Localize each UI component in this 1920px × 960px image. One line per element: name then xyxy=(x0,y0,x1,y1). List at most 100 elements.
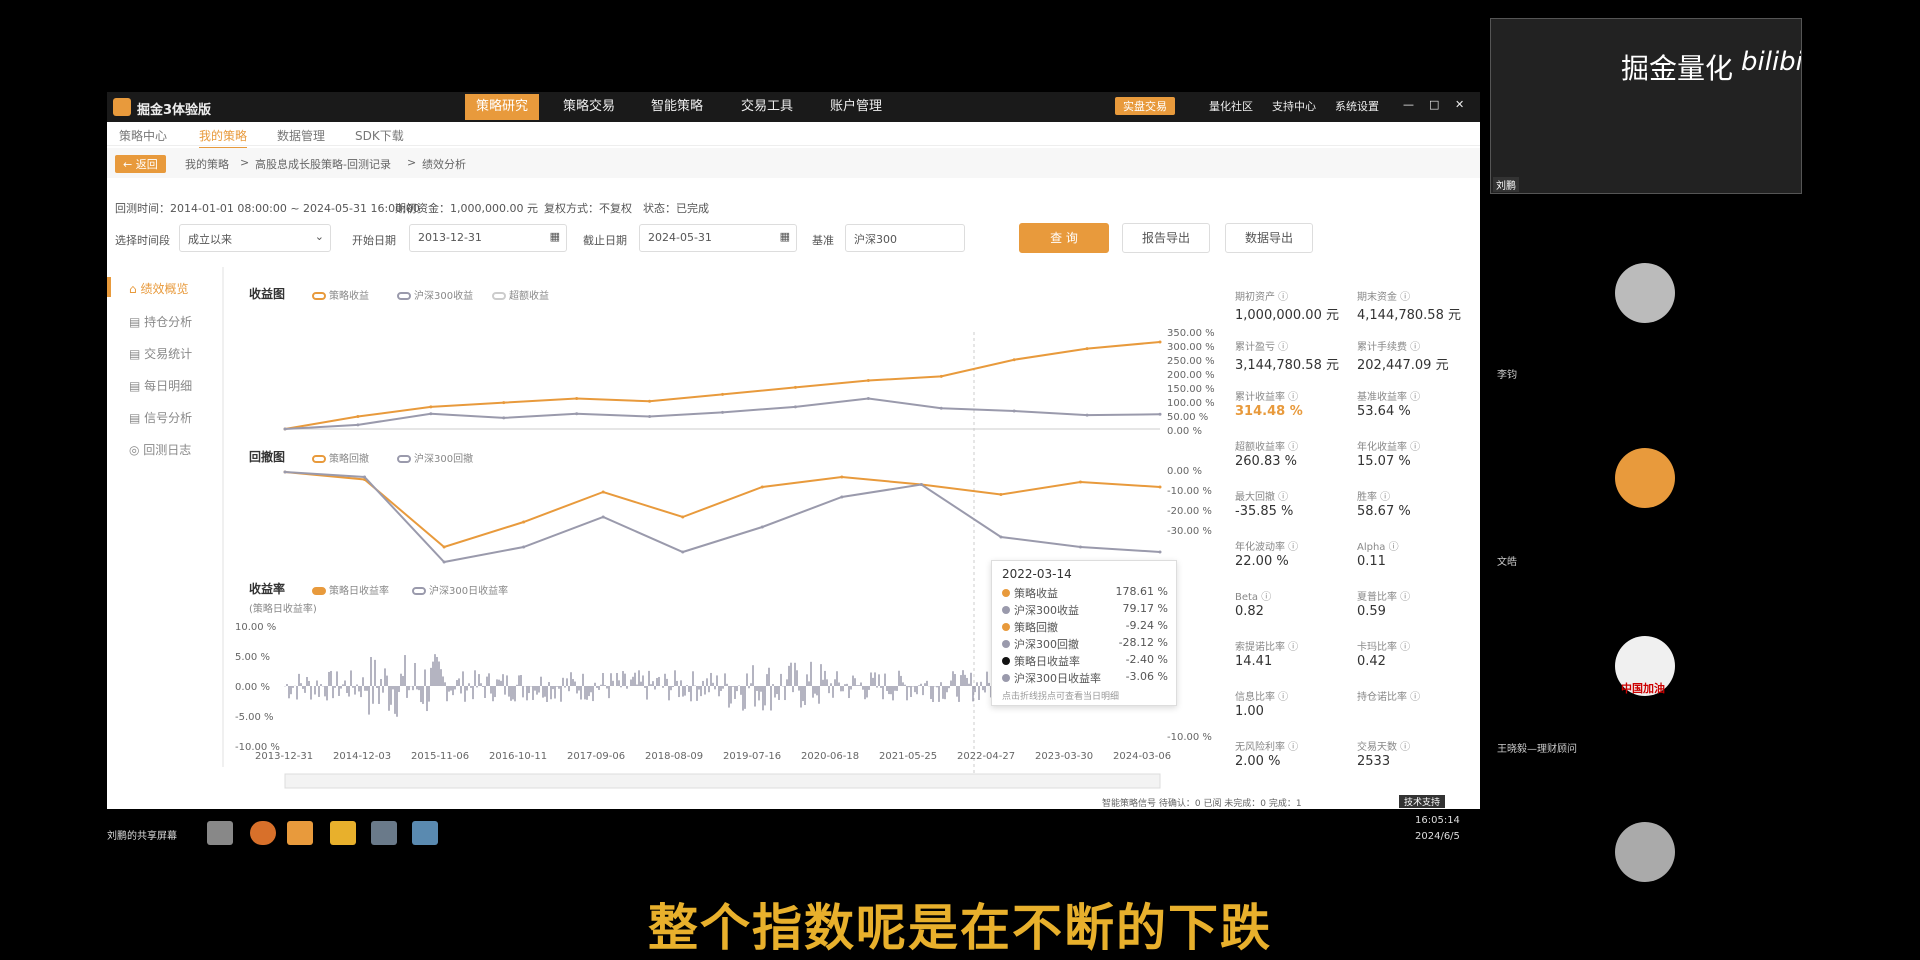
data-point xyxy=(1158,550,1162,554)
browser-icon[interactable] xyxy=(250,821,276,845)
data-point xyxy=(866,379,870,382)
data-point xyxy=(356,415,360,419)
data-point xyxy=(283,470,287,474)
y-tick-label: 0.00 % xyxy=(1167,426,1202,437)
y-tick-label: -5.00 % xyxy=(235,712,274,723)
folder-icon[interactable] xyxy=(330,821,356,845)
data-point xyxy=(1012,409,1016,413)
y-tick-label: 300.00 % xyxy=(1167,342,1215,353)
tooltip-row: 沪深300收益 79.17 % xyxy=(1002,602,1168,618)
metric-label: 累计收益率 ⓘ xyxy=(1235,392,1299,403)
y-tick-label: 150.00 % xyxy=(1167,384,1215,395)
tooltip-row: 沪深300回撤 -28.12 % xyxy=(1002,636,1168,652)
x-tick-label: 2021-05-25 xyxy=(879,751,938,762)
taskbar: 刘鹏的共享屏幕 16:05:14 2024/6/5 xyxy=(107,809,1480,855)
juejin-icon[interactable] xyxy=(287,821,313,845)
app-icon[interactable] xyxy=(207,821,233,845)
metric-value: 2533 xyxy=(1357,754,1391,769)
metric-label: 无风险利率 ⓘ xyxy=(1235,742,1299,753)
metric-label: 胜率 ⓘ xyxy=(1357,492,1391,503)
tooltip-value: 79.17 % xyxy=(1122,602,1168,615)
series-line xyxy=(284,471,1161,564)
data-point xyxy=(1158,340,1162,344)
data-point xyxy=(721,392,724,396)
data-point xyxy=(1158,485,1162,489)
metric-value: 3,144,780.58 元 xyxy=(1235,358,1339,373)
y-tick-label: 100.00 % xyxy=(1167,398,1215,409)
data-point xyxy=(502,416,506,420)
metric-label: 累计手续费 ⓘ xyxy=(1357,342,1421,353)
metric-value: 22.00 % xyxy=(1235,554,1289,569)
participant-avatar[interactable]: 中国加油 xyxy=(1615,636,1675,696)
tooltip-value: 178.61 % xyxy=(1115,585,1168,598)
data-point xyxy=(522,520,526,524)
metric-label: 卡玛比率 ⓘ xyxy=(1357,642,1411,653)
data-point xyxy=(502,401,506,405)
data-point xyxy=(442,545,446,549)
metric-label: 信息比率 ⓘ xyxy=(1235,692,1289,703)
data-point xyxy=(721,410,724,414)
data-point xyxy=(575,412,579,416)
drawdown-series xyxy=(283,470,1162,564)
x-tick-label: 2019-07-16 xyxy=(723,751,782,762)
participant-avatar[interactable] xyxy=(1615,263,1675,323)
y-tick-label: 0.00 % xyxy=(235,682,270,693)
metric-label: 期初资产 ⓘ xyxy=(1235,292,1289,303)
clock-date: 2024/6/5 xyxy=(1415,831,1460,842)
metric-value: 260.83 % xyxy=(1235,454,1297,469)
chart-app-icon[interactable] xyxy=(412,821,438,845)
data-point xyxy=(283,427,287,431)
series-dot-icon xyxy=(1002,623,1010,631)
y-tick-label: -10.00 % xyxy=(1167,486,1212,497)
metric-label: 超额收益率 ⓘ xyxy=(1235,442,1299,453)
tooltip-value: -3.06 % xyxy=(1125,670,1168,683)
metric-label: 基准收益率 ⓘ xyxy=(1357,392,1421,403)
data-point xyxy=(760,485,764,489)
data-point xyxy=(939,374,943,378)
data-point xyxy=(681,515,685,519)
y-tick-label: 0.00 % xyxy=(1167,466,1202,477)
image-icon[interactable] xyxy=(371,821,397,845)
tooltip-row: 策略日收益率 -2.40 % xyxy=(1002,653,1168,669)
x-tick-label: 2017-09-06 xyxy=(567,751,626,762)
data-point xyxy=(840,475,844,479)
status-bar: 智能策略信号 待确认：0 已阅 未完成：0 完成：1 技术支持 xyxy=(107,794,1480,809)
data-point xyxy=(601,490,605,494)
metric-value: 4,144,780.58 元 xyxy=(1357,308,1461,323)
zoom-slider[interactable] xyxy=(284,773,1161,789)
participant-name: 王晓毅—理财顾问 xyxy=(1497,744,1577,755)
data-point xyxy=(999,535,1003,539)
metric-label: 累计盈亏 ⓘ xyxy=(1235,342,1289,353)
data-point xyxy=(575,397,579,401)
x-tick-label: 2013-12-31 xyxy=(255,751,314,762)
tooltip-label: 沪深300日收益率 xyxy=(1014,672,1101,685)
tooltip-hint: 点击折线拐点可查看当日明细 xyxy=(1002,692,1120,702)
metric-label: 交易天数 ⓘ xyxy=(1357,742,1411,753)
share-screen-label[interactable]: 刘鹏的共享屏幕 xyxy=(107,827,177,842)
participant-name: 文皓 xyxy=(1497,557,1517,568)
data-point xyxy=(1078,545,1082,549)
participant-avatar[interactable] xyxy=(1615,448,1675,508)
metric-value: 2.00 % xyxy=(1235,754,1281,769)
metric-label: 最大回撤 ⓘ xyxy=(1235,492,1289,503)
data-point xyxy=(866,397,870,401)
series-dot-icon xyxy=(1002,674,1010,682)
data-point xyxy=(356,423,360,427)
data-point xyxy=(648,399,652,403)
y-tick-label: -30.00 % xyxy=(1167,526,1212,537)
metric-value: 0.82 xyxy=(1235,604,1264,619)
metric-value: 202,447.09 元 xyxy=(1357,358,1449,373)
tooltip-date: 2022-03-14 xyxy=(1002,567,1072,581)
metric-label: 年化波动率 ⓘ xyxy=(1235,542,1299,553)
app-window: 掘金3体验版 策略研究 策略交易 智能策略 交易工具 账户管理 实盘交易 量化社… xyxy=(107,92,1480,809)
tooltip-row: 沪深300日收益率 -3.06 % xyxy=(1002,670,1168,686)
participant-avatar[interactable] xyxy=(1615,822,1675,882)
x-tick-label: 2024-03-06 xyxy=(1113,751,1172,762)
support-button[interactable]: 技术支持 xyxy=(1399,795,1446,808)
series-dot-icon xyxy=(1002,657,1010,665)
tooltip-value: -9.24 % xyxy=(1125,619,1168,632)
presenter-video: 掘金量化 bilibili 刘鹏 xyxy=(1490,18,1802,194)
tooltip-label: 策略收益 xyxy=(1014,587,1058,600)
data-point xyxy=(793,385,797,389)
metric-value: 1.00 xyxy=(1235,704,1264,719)
